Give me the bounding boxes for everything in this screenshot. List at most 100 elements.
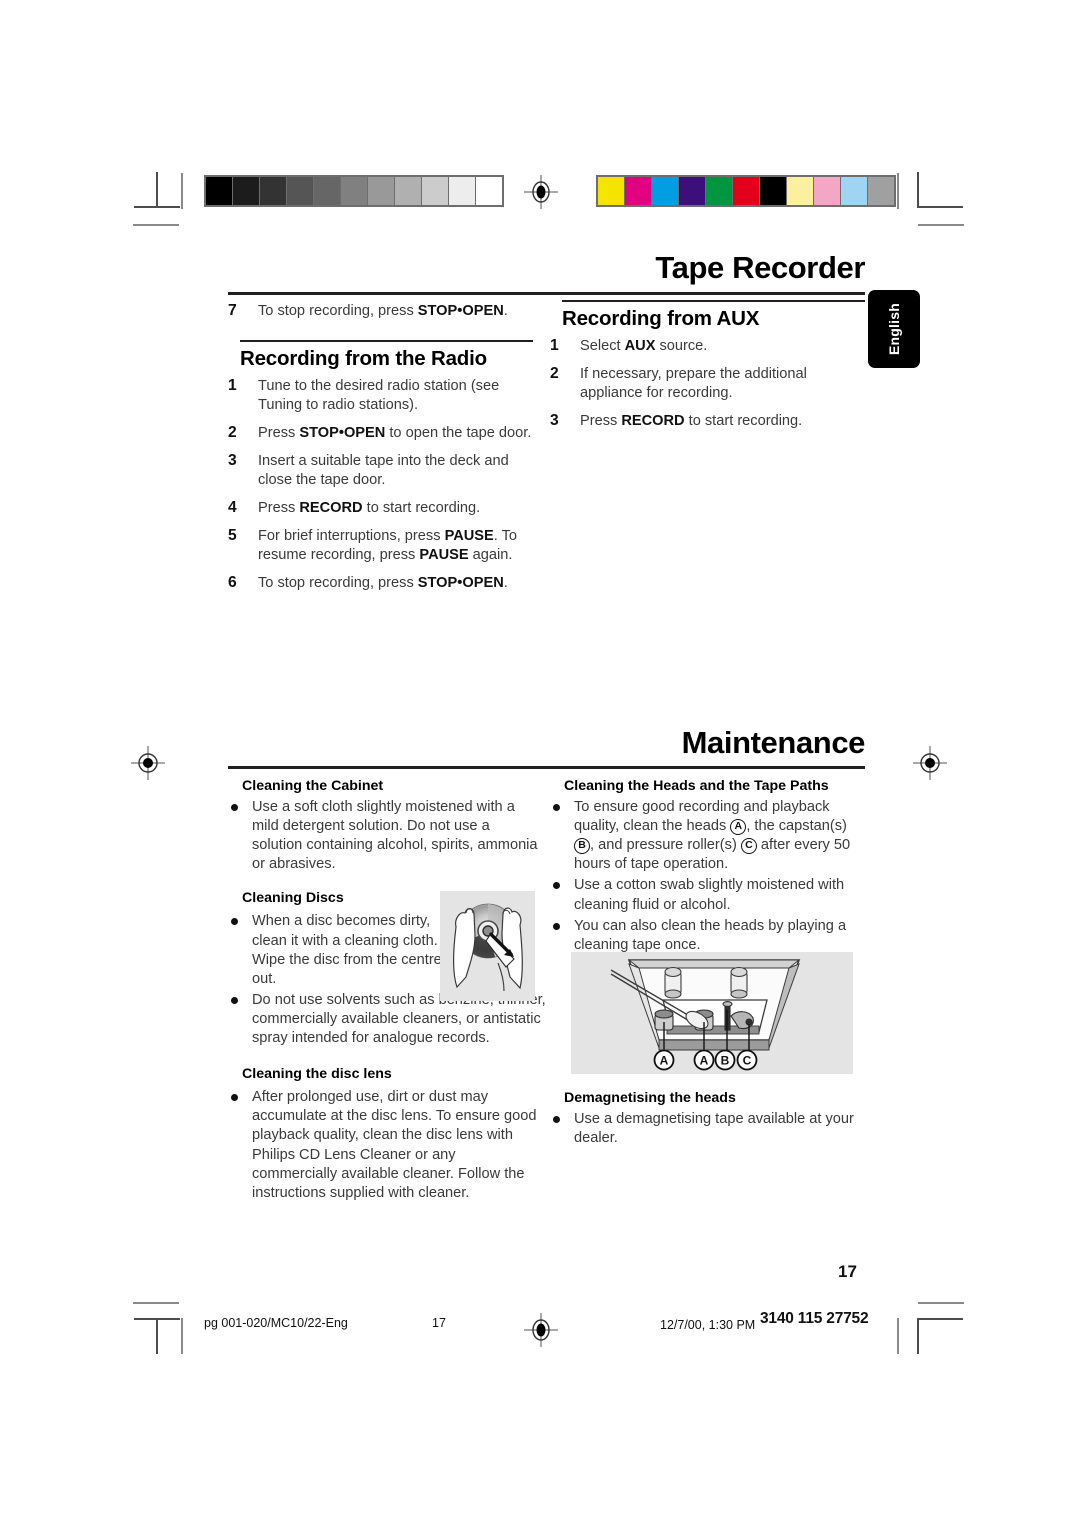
label-b-icon: B xyxy=(574,838,590,855)
crop-mark-bottom-right-vertical xyxy=(917,1318,919,1354)
step-text: Press RECORD to start recording. xyxy=(580,412,803,429)
figure-label-c: C xyxy=(743,1054,752,1068)
step-item: 2 Press STOP•OPEN to open the tape door. xyxy=(228,424,533,443)
figure-label-a1: A xyxy=(660,1054,669,1068)
step-text: Select AUX source. xyxy=(580,338,708,354)
bullet-dot-icon xyxy=(553,1116,560,1123)
maintenance-right-column: Cleaning the Heads and the Tape Paths To… xyxy=(550,778,865,957)
footer-file-label: pg 001-020/MC10/22-Eng xyxy=(204,1316,348,1330)
crop-mark-top-right-bleed-h xyxy=(918,224,964,226)
bullet-text: When a disc becomes dirty, clean it with… xyxy=(252,913,442,987)
calibration-swatch-5 xyxy=(341,177,367,205)
crop-mark-bottom-left-horizontal xyxy=(134,1318,180,1320)
cleaning-cabinet-heading: Cleaning the Cabinet xyxy=(242,778,384,794)
crop-mark-top-left-bleed xyxy=(181,173,183,209)
cleaning-heads-extra-bullets: Use a cotton swab slightly moistened wit… xyxy=(550,876,865,954)
list-item: Use a demagnetising tape available at yo… xyxy=(550,1110,865,1148)
bullet-dot-icon xyxy=(553,922,560,930)
calibration-swatch-6 xyxy=(368,177,394,205)
recording-from-aux-heading: Recording from AUX xyxy=(562,307,760,330)
language-tab-english[interactable]: English xyxy=(868,290,920,368)
calibration-swatch-8 xyxy=(814,177,840,205)
step-item: 1 Select AUX source. xyxy=(550,337,865,356)
step-number: 2 xyxy=(228,423,237,441)
radio-step-list: 1 Tune to the desired radio station (see … xyxy=(228,377,533,593)
calibration-swatch-10 xyxy=(476,177,502,205)
colour-calibration-bar xyxy=(596,175,896,207)
crop-mark-top-right-horizontal xyxy=(917,206,963,208)
step-number: 4 xyxy=(228,498,237,516)
crop-mark-bottom-right-bleed-h xyxy=(918,1302,964,1304)
step-text: Tune to the desired radio station (see T… xyxy=(258,378,500,413)
calibration-swatch-10 xyxy=(868,177,894,205)
step-number: 6 xyxy=(228,573,237,591)
demagnetising-heading: Demagnetising the heads xyxy=(564,1090,736,1106)
calibration-swatch-0 xyxy=(206,177,232,205)
calibration-swatch-4 xyxy=(314,177,340,205)
cleaning-discs-bullets: When a disc becomes dirty, clean it with… xyxy=(228,912,546,1048)
step-number: 3 xyxy=(550,411,559,429)
bullet-dot-icon xyxy=(553,804,560,811)
step-number: 1 xyxy=(550,337,559,354)
label-c-icon: C xyxy=(740,838,757,855)
manual-page: Tape Recorder English 7 To stop recordin… xyxy=(0,0,1080,1528)
list-item: Use a cotton swab slightly moistened wit… xyxy=(550,876,865,914)
step-item: 2 If necessary, prepare the additional ap… xyxy=(550,365,865,403)
bullet-text: Use a cotton swab slightly moistened wit… xyxy=(574,877,845,913)
step-number: 5 xyxy=(228,526,237,544)
crop-mark-top-left-vertical xyxy=(156,172,158,208)
footer-timestamp: 12/7/00, 1:30 PM xyxy=(660,1318,756,1332)
continued-step-list: 7 To stop recording, press STOP•OPEN. xyxy=(228,302,533,321)
list-item: You can also clean the heads by playing … xyxy=(550,917,865,955)
bullet-text: To ensure good recording and playback qu… xyxy=(574,799,851,873)
bullet-dot-icon xyxy=(553,882,560,890)
tape-mechanism-figure: A A B C xyxy=(571,952,853,1074)
bullet-dot-icon xyxy=(231,804,238,811)
calibration-swatch-0 xyxy=(598,177,624,205)
bullet-dot-icon xyxy=(231,1094,238,1102)
list-item: After prolonged use, dirt or dust may ac… xyxy=(228,1088,538,1203)
footer-page-label: 17 xyxy=(432,1316,446,1330)
aux-heading-rule xyxy=(562,300,865,302)
tape-recorder-left-column: 7 To stop recording, press STOP•OPEN. xyxy=(228,302,533,330)
bullet-dot-icon xyxy=(231,996,238,1004)
calibration-swatch-9 xyxy=(449,177,475,205)
bullet-text: Use a demagnetising tape available at yo… xyxy=(574,1111,854,1147)
crop-mark-bottom-left-vertical xyxy=(156,1318,158,1354)
aux-steps-column: 1 Select AUX source. 2 If necessary, prepar… xyxy=(550,337,865,440)
step-text: Press STOP•OPEN to open the tape door. xyxy=(258,424,532,441)
disc-cleaning-figure xyxy=(440,891,535,1001)
step-item: 4 Press RECORD to start recording. xyxy=(228,499,533,518)
crop-mark-top-right-vertical xyxy=(917,172,919,208)
cleaning-heads-bullets: To ensure good recording and playback qu… xyxy=(550,798,865,874)
list-item: Use a soft cloth slightly moistened with… xyxy=(228,798,538,874)
crop-mark-bottom-right-bleed xyxy=(897,1318,899,1354)
crop-mark-bottom-left-bleed-h xyxy=(133,1302,179,1304)
registration-mark-left-center xyxy=(131,746,165,780)
calibration-swatch-6 xyxy=(760,177,786,205)
radio-heading-rule xyxy=(240,340,533,342)
step-number: 3 xyxy=(228,451,237,469)
bullet-text: Use a soft cloth slightly moistened with… xyxy=(252,799,538,873)
step-item: 7 To stop recording, press STOP•OPEN. xyxy=(228,302,533,321)
calibration-swatch-2 xyxy=(260,177,286,205)
chapter-title: Tape Recorder xyxy=(655,250,865,285)
step-item: 6 To stop recording, press STOP•OPEN. xyxy=(228,574,533,593)
crop-mark-bottom-left-bleed xyxy=(181,1318,183,1354)
calibration-swatch-1 xyxy=(625,177,651,205)
figure-label-a2: A xyxy=(700,1054,709,1068)
step-item: 3 Press RECORD to start recording. xyxy=(550,412,865,431)
tape-mechanism-illustration: A A B C xyxy=(610,959,801,1071)
calibration-swatch-5 xyxy=(733,177,759,205)
aux-step-list: 1 Select AUX source. 2 If necessary, prepar… xyxy=(550,337,865,431)
step-item: 3 Insert a suitable tape into the deck an… xyxy=(228,452,533,490)
figure-label-b: B xyxy=(721,1054,730,1068)
step-text: If necessary, prepare the additional app… xyxy=(580,365,807,401)
registration-mark-bottom-center xyxy=(524,1313,558,1347)
bullet-dot-icon xyxy=(231,918,238,926)
calibration-swatch-9 xyxy=(841,177,867,205)
page-number: 17 xyxy=(838,1262,857,1281)
cleaning-cabinet-bullets: Use a soft cloth slightly moistened with… xyxy=(228,798,538,874)
calibration-swatch-1 xyxy=(233,177,259,205)
crop-mark-bottom-right-horizontal xyxy=(917,1318,963,1320)
